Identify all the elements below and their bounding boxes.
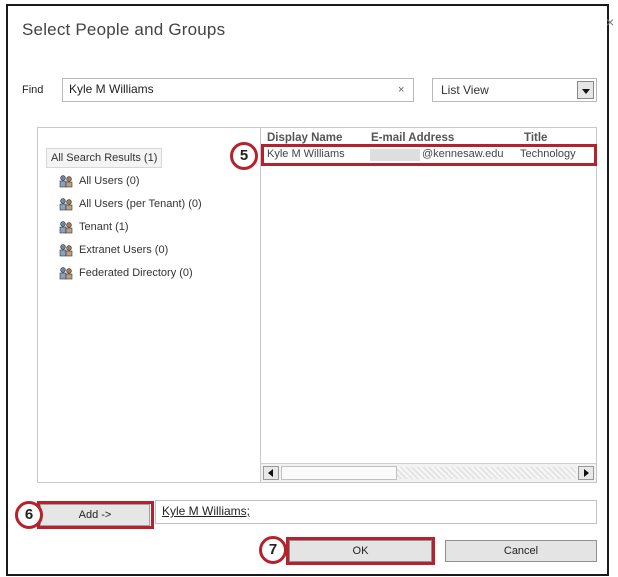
scroll-thumb[interactable] <box>281 466 397 480</box>
highlight-ok-button <box>286 537 435 565</box>
tree-item-label: Federated Directory (0) <box>79 267 193 279</box>
step-6-badge: 6 <box>15 501 43 529</box>
dialog-title: Select People and Groups <box>22 20 226 39</box>
tree-item-all-search-results[interactable]: All Search Results (1) <box>46 148 163 168</box>
column-header-email[interactable]: E-mail Address <box>371 132 454 144</box>
users-icon <box>59 175 73 188</box>
column-header-title[interactable]: Title <box>524 132 547 144</box>
chevron-down-icon[interactable] <box>577 81 594 99</box>
view-select-value: List View <box>441 83 489 97</box>
clear-search-icon[interactable]: × <box>398 84 404 96</box>
tree-item-label: Extranet Users (0) <box>79 244 169 256</box>
tree-item-label: All Users (0) <box>79 175 140 187</box>
search-results-tree: All Search Results (1) All Users (0) All… <box>37 127 261 483</box>
scroll-right-icon[interactable] <box>578 466 594 480</box>
tree-item-all-users-per-tenant[interactable]: All Users (per Tenant) (0) <box>58 197 202 211</box>
highlight-result-row <box>261 144 597 166</box>
find-input[interactable]: Kyle M Williams <box>62 78 414 102</box>
users-icon <box>59 244 73 257</box>
step-5-badge: 5 <box>230 142 258 170</box>
tree-item-label: All Users (per Tenant) (0) <box>79 198 202 210</box>
horizontal-scrollbar[interactable] <box>261 463 596 482</box>
view-select[interactable]: List View <box>432 78 597 102</box>
cancel-button[interactable]: Cancel <box>445 540 597 562</box>
find-label: Find <box>22 84 44 96</box>
tree-item-federated-directory[interactable]: Federated Directory (0) <box>58 266 193 280</box>
tree-item-tenant[interactable]: Tenant (1) <box>58 220 129 234</box>
users-icon <box>59 221 73 234</box>
highlight-add-button <box>37 501 154 529</box>
selected-users-field[interactable]: Kyle M Williams; <box>155 500 597 524</box>
results-list: Display Name E-mail Address Title Kyle M… <box>260 127 597 483</box>
step-7-badge: 7 <box>259 536 287 564</box>
tree-item-label: Tenant (1) <box>79 221 129 233</box>
close-icon[interactable]: × <box>606 14 614 30</box>
selected-user-entry: Kyle M Williams; <box>162 504 251 518</box>
tree-item-all-users[interactable]: All Users (0) <box>58 174 140 188</box>
tree-item-extranet-users[interactable]: Extranet Users (0) <box>58 243 168 257</box>
column-header-display-name[interactable]: Display Name <box>267 132 342 144</box>
users-icon <box>59 198 73 211</box>
scroll-left-icon[interactable] <box>263 466 279 480</box>
users-icon <box>59 267 73 280</box>
